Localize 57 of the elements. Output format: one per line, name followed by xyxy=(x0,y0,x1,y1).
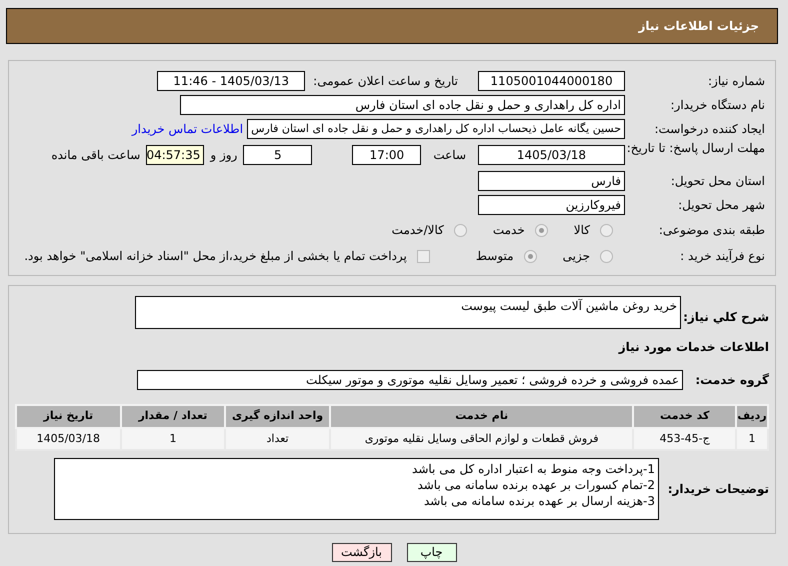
field-label: تاریخ و ساعت اعلان عمومی: xyxy=(313,73,458,90)
field-label: شماره نیاز: xyxy=(708,74,765,88)
field-label: توضیحات خریدار: xyxy=(668,482,769,496)
field-label: مهلت ارسال پاسخ: تا تاریخ: xyxy=(626,141,765,155)
section-title: اطلاعات خدمات مورد نیاز xyxy=(617,339,769,356)
field-label: گروه خدمت: xyxy=(695,373,769,387)
radio-button[interactable] xyxy=(534,224,548,236)
checkbox-label: پرداخت تمام یا بخشی از مبلغ خرید،از محل "اسناد خزانه اسلامی" خواهد بود. xyxy=(24,248,407,265)
radio-button[interactable] xyxy=(600,250,613,262)
page-title: جزئیات اطلاعات نیاز xyxy=(638,18,759,35)
field-label: ساعت xyxy=(433,147,466,164)
radio-label: خدمت xyxy=(492,222,525,239)
column-header: ردیف xyxy=(736,405,768,428)
text-area[interactable]: 1-پرداخت وجه منوط به اعتبار اداره کل می باشد 2-تمام کسورات بر عهده برنده سامانه می باشد 3-هزینه ارسال بر عهده برنده سامانه می باشد xyxy=(54,458,659,520)
field-label: ساعت باقی مانده xyxy=(51,147,140,164)
table-cell: 1 xyxy=(736,428,768,450)
field-label: استان محل تحویل: xyxy=(670,174,765,188)
input-field[interactable]: 1105001044000180 xyxy=(478,71,625,91)
field-label: شهر محل تحویل: xyxy=(678,198,765,212)
field-label: روز و xyxy=(210,147,238,164)
input-field[interactable]: 1405/03/18 xyxy=(478,145,625,165)
table-cell: 1405/03/18 xyxy=(16,428,121,450)
input-field[interactable]: فارس xyxy=(478,171,625,191)
column-header: کد خدمت xyxy=(633,405,736,428)
field-label: نام دستگاه خریدار: xyxy=(670,98,765,112)
field-label: نوع فرآیند خرید : xyxy=(680,249,765,263)
radio-label: جزیی xyxy=(562,248,590,265)
radio-button[interactable] xyxy=(600,224,613,236)
input-field[interactable]: فیروکارزین xyxy=(478,195,625,215)
column-header: واحد اندازه گیری xyxy=(225,405,330,428)
input-field[interactable]: عمده فروشی و خرده فروشی ؛ تعمیر وسایل نقلیه موتوری و موتور سیکلت xyxy=(137,370,683,390)
field-label: طبقه بندی موضوعی: xyxy=(658,223,765,237)
radio-button[interactable] xyxy=(524,250,537,262)
column-header: تاریخ نیاز xyxy=(16,405,121,428)
table-cell: ج-45-453 xyxy=(633,428,736,450)
back-button[interactable]: بازگشت xyxy=(332,543,392,562)
print-button[interactable]: چاپ xyxy=(406,543,456,562)
column-header: تعداد / مقدار xyxy=(120,405,226,428)
remaining-time: 04:57:35 xyxy=(146,145,204,165)
table-cell: فروش قطعات و لوازم الحاقی وسایل نقلیه موتوری xyxy=(330,428,634,450)
field-label: شرح كلي نياز: xyxy=(683,310,769,324)
buyer-contact-link[interactable]: اطلاعات تماس خریدار xyxy=(132,120,244,138)
radio-label: کالا/خدمت xyxy=(392,222,444,239)
input-field[interactable]: 17:00 xyxy=(352,145,422,165)
radio-button[interactable] xyxy=(454,224,467,236)
table-cell: 1 xyxy=(120,428,226,450)
table-cell: تعداد xyxy=(225,428,330,450)
input-field[interactable]: 5 xyxy=(243,145,312,165)
text-area[interactable]: خرید روغن ماشین آلات طبق لیست پیوست xyxy=(135,296,681,329)
radio-label: کالا xyxy=(574,222,590,239)
checkbox[interactable] xyxy=(416,250,430,262)
radio-label: متوسط xyxy=(476,248,514,265)
input-field[interactable]: اداره کل راهداری و حمل و نقل جاده ای استان فارس xyxy=(180,95,625,115)
input-field[interactable]: حسین یگانه عامل ذیحساب اداره کل راهداری و حمل و نقل جاده ای استان فارس xyxy=(247,119,625,139)
field-label: ایجاد کننده درخواست: xyxy=(654,122,765,136)
column-header: نام خدمت xyxy=(330,405,634,428)
input-field[interactable]: 1405/03/13 - 11:46 xyxy=(157,71,306,91)
